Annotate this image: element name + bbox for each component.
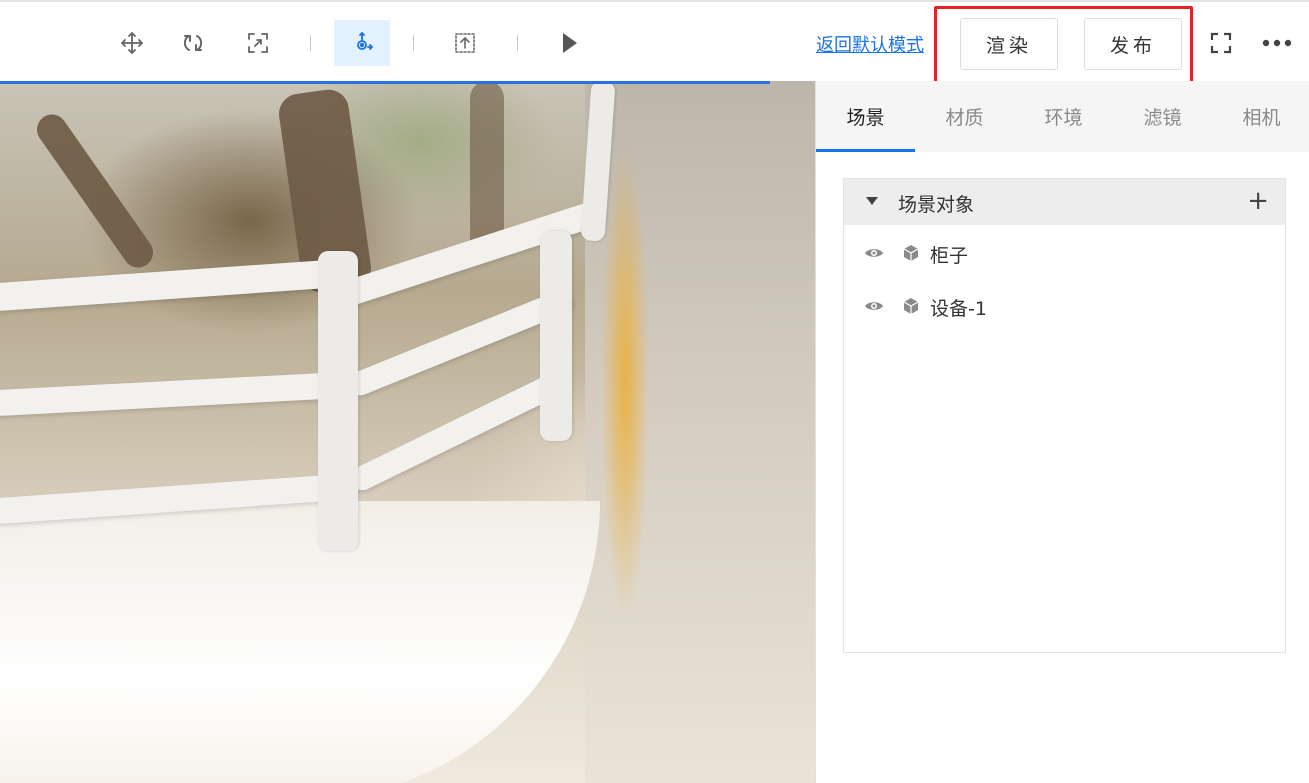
scene-tree-branch bbox=[31, 108, 159, 274]
caret-down-icon[interactable] bbox=[866, 197, 878, 205]
render-button[interactable]: 渲染 bbox=[960, 18, 1058, 70]
play-button[interactable] bbox=[545, 20, 593, 66]
scene-railing-post bbox=[318, 251, 358, 551]
tab-material[interactable]: 材质 bbox=[915, 81, 1014, 152]
upload-tool-button[interactable] bbox=[441, 20, 489, 66]
fullscreen-icon bbox=[1210, 32, 1232, 54]
panel-tabs: 场景 材质 环境 滤镜 相机 bbox=[816, 81, 1309, 152]
rotate-tool-button[interactable] bbox=[169, 20, 217, 66]
plus-icon[interactable]: + bbox=[1247, 188, 1269, 214]
scene-objects-title: 场景对象 bbox=[898, 194, 975, 216]
tree-item-cabinet[interactable]: 柜子 bbox=[844, 231, 1285, 275]
play-icon bbox=[563, 33, 577, 53]
scene-railing-post bbox=[540, 231, 572, 441]
scale-tool-button[interactable] bbox=[234, 20, 282, 66]
rotate-icon bbox=[183, 35, 203, 51]
properties-panel: 场景 材质 环境 滤镜 相机 场景对象 + 柜子 设备-1 bbox=[815, 81, 1309, 783]
more-button[interactable] bbox=[1260, 26, 1294, 60]
scene-object-tree: 场景对象 + 柜子 设备-1 bbox=[843, 178, 1286, 653]
scale-icon bbox=[248, 33, 268, 53]
eye-icon[interactable] bbox=[864, 298, 884, 317]
move-icon bbox=[121, 32, 143, 54]
more-icon bbox=[1262, 39, 1292, 47]
scene-wall bbox=[0, 501, 600, 783]
viewport-top-line bbox=[0, 81, 770, 84]
scene-railing bbox=[346, 371, 564, 495]
scene-railing bbox=[0, 371, 351, 417]
restore-default-mode-link[interactable]: 返回默认模式 bbox=[816, 31, 924, 57]
fullscreen-button[interactable] bbox=[1204, 26, 1238, 60]
scene-railing bbox=[0, 258, 351, 312]
tree-item-label: 设备-1 bbox=[930, 298, 987, 320]
eye-icon[interactable] bbox=[864, 245, 884, 264]
tree-item-device-1[interactable]: 设备-1 bbox=[844, 284, 1285, 328]
tab-scene[interactable]: 场景 bbox=[816, 81, 915, 152]
move-tool-button[interactable] bbox=[108, 20, 156, 66]
publish-button[interactable]: 发布 bbox=[1084, 18, 1182, 70]
pivot-icon bbox=[357, 31, 374, 50]
tab-camera[interactable]: 相机 bbox=[1212, 81, 1309, 152]
cube-icon bbox=[902, 297, 920, 319]
toolbar-divider bbox=[517, 35, 518, 51]
upload-icon bbox=[455, 33, 475, 53]
toolbar-divider bbox=[413, 35, 414, 51]
tree-item-label: 柜子 bbox=[930, 245, 969, 267]
top-toolbar: 返回默认模式 渲染 发布 bbox=[0, 0, 1309, 84]
pivot-tool-button[interactable] bbox=[334, 20, 390, 66]
toolbar-divider bbox=[310, 35, 311, 51]
scene-objects-header[interactable]: 场景对象 + bbox=[844, 179, 1285, 225]
tab-environment[interactable]: 环境 bbox=[1014, 81, 1113, 152]
scene-viewport[interactable] bbox=[0, 81, 815, 783]
tab-filter[interactable]: 滤镜 bbox=[1113, 81, 1212, 152]
cube-icon bbox=[902, 244, 920, 266]
